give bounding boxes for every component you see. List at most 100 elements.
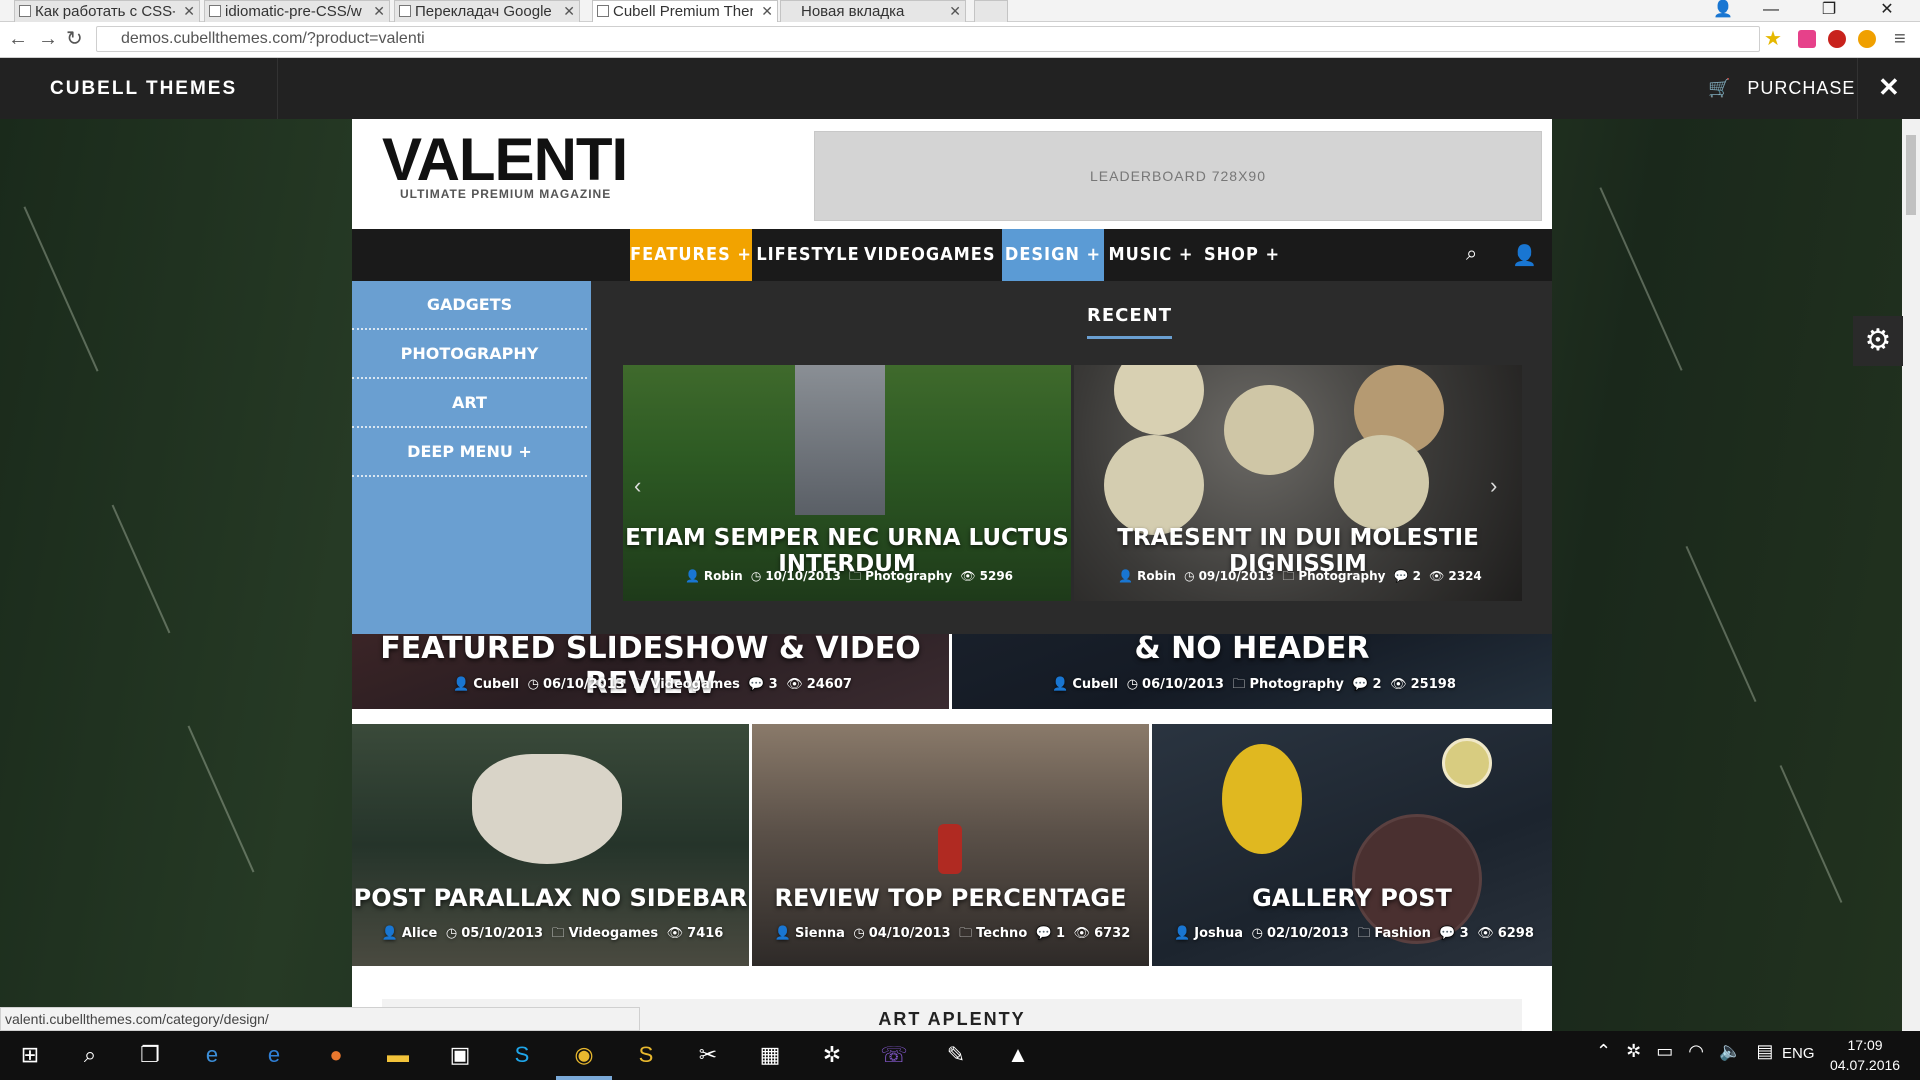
card-category[interactable]: Photography [1298,569,1385,583]
post-category[interactable]: Photography [1249,677,1343,692]
chrome-icon[interactable]: ◉ [568,1039,600,1071]
card-author[interactable]: Robin [704,569,743,583]
windows-start-icon[interactable]: ⊞ [14,1039,46,1071]
new-tab-button[interactable] [974,0,1008,22]
app-tray-icon[interactable]: ✲ [1626,1041,1641,1061]
photos-icon[interactable]: ▲ [1002,1039,1034,1071]
background-streak [187,725,255,873]
adblock-icon[interactable] [1828,30,1846,48]
close-tab-icon[interactable]: ✕ [373,3,385,20]
close-tab-icon[interactable]: ✕ [563,3,575,20]
folder-icon: 🗀 [849,569,862,583]
post-category[interactable]: Videogames [569,926,659,941]
recent-heading: RECENT [1087,305,1173,339]
recent-post-card[interactable]: ETIAM SEMPER NEC URNA LUCTUS INTERDUM 👤 R… [623,365,1071,601]
leaderboard-ad[interactable]: LEADERBOARD 728X90 [814,131,1542,221]
author-icon: 👤 [1174,926,1191,941]
slider-next-icon[interactable]: › [1490,473,1497,499]
slider-prev-icon[interactable]: ‹ [634,473,641,499]
submenu-item-gadgets[interactable]: GADGETS [352,281,587,330]
post-category[interactable]: Fashion [1374,926,1431,941]
card-author[interactable]: Robin [1137,569,1176,583]
wifi-icon[interactable]: ◠ [1688,1041,1704,1061]
app-icon[interactable]: ✲ [816,1039,848,1071]
bookmark-star-icon[interactable]: ★ [1764,28,1782,50]
post-tile[interactable]: POST PARALLAX NO SIDEBAR 👤 Alice ◷ 05/10/2… [352,724,749,966]
nav-item-lifestyle[interactable]: LIFESTYLE + [752,229,864,317]
paint-icon[interactable]: ✎ [940,1039,972,1071]
minimize-icon[interactable]: — [1748,0,1794,22]
restore-icon[interactable]: ❐ [1806,0,1852,22]
close-tab-icon[interactable]: ✕ [183,3,195,20]
post-author[interactable]: Alice [402,926,438,941]
calculator-icon[interactable]: ▦ [754,1039,786,1071]
nav-item-shop[interactable]: SHOP + [1200,229,1284,281]
user-icon[interactable]: 👤 [1512,243,1537,268]
purchase-button[interactable]: 🛒 PURCHASE [1708,78,1855,99]
extension-icon[interactable] [1858,30,1876,48]
submenu-item-art[interactable]: ART [352,379,587,428]
task-view-icon[interactable]: ❐ [134,1039,166,1071]
volume-icon[interactable]: 🔈 [1719,1041,1741,1061]
input-language[interactable]: ENG [1782,1045,1815,1062]
divider [1857,58,1858,119]
store-icon[interactable]: ▣ [444,1039,476,1071]
search-icon[interactable]: ⌕ [1466,243,1477,266]
close-window-icon[interactable]: ✕ [1864,0,1910,22]
post-category[interactable]: Videogames [650,677,740,692]
extension-icon[interactable] [1798,30,1816,48]
close-tab-icon[interactable]: ✕ [949,3,961,20]
post-tile[interactable]: GALLERY POST 👤 Joshua ◷ 02/10/2013 🗀 Fashio… [1152,724,1552,966]
card-category[interactable]: Photography [865,569,952,583]
nav-item-videogames[interactable]: VIDEOGAMES [864,229,995,281]
nav-item-design[interactable]: DESIGN + [1002,229,1104,281]
close-icon[interactable]: ✕ [1878,72,1900,103]
clock[interactable]: 17:09 04.07.2016 [1830,1035,1900,1075]
edge-icon[interactable]: e [258,1039,290,1071]
recent-post-card[interactable]: TRAESENT IN DUI MOLESTIE DIGNISSIM 👤 Robi… [1074,365,1522,601]
skull-image [472,754,622,864]
internet-explorer-icon[interactable]: e [196,1039,228,1071]
browser-tab[interactable]: Как работать с CSS- ✕ [14,0,200,22]
post-category[interactable]: Techno [976,926,1027,941]
browser-tab-active[interactable]: Cubell Premium Ther ✕ [592,0,778,22]
nav-item-features[interactable]: FEATURES + [630,229,752,281]
site-logo[interactable]: VALENTI ULTIMATE PREMIUM MAGAZINE [382,129,628,202]
browser-tab[interactable]: idiomatic-pre-CSS/w ✕ [204,0,390,22]
scrollbar-thumb[interactable] [1906,135,1916,215]
page-scrollbar[interactable] [1902,119,1920,1031]
post-date: 04/10/2013 [868,926,951,941]
reload-icon[interactable]: ↻ [66,28,83,50]
post-meta: 👤 Sienna ◷ 04/10/2013 🗀 Techno 💬 1 👁 6732 [752,924,1149,946]
snipping-tool-icon[interactable]: ✂ [692,1039,724,1071]
submenu-item-photography[interactable]: PHOTOGRAPHY [352,330,587,379]
post-views: 6298 [1497,926,1534,941]
user-icon[interactable]: 👤 [1700,0,1746,22]
forward-icon[interactable]: → [38,28,58,50]
url-input[interactable]: demos.cubellthemes.com/?product=valenti [96,26,1760,52]
settings-gear-icon[interactable]: ⚙ [1853,316,1903,366]
post-author[interactable]: Sienna [795,926,845,941]
post-author[interactable]: Joshua [1194,926,1243,941]
back-icon[interactable]: ← [8,28,28,50]
skype-icon[interactable]: S [506,1039,538,1071]
viber-icon[interactable]: ☏ [878,1039,910,1071]
submenu-item-deep-menu[interactable]: DEEP MENU + [352,428,587,477]
battery-icon[interactable]: ▭ [1656,1041,1673,1061]
post-tile[interactable]: REVIEW TOP PERCENTAGE 👤 Sienna ◷ 04/10/201… [752,724,1149,966]
firefox-icon[interactable]: ● [320,1039,352,1071]
close-tab-icon[interactable]: ✕ [761,3,773,20]
browser-tab[interactable]: Перекладач Google ✕ [394,0,580,22]
menu-icon[interactable]: ≡ [1894,28,1906,50]
browser-tab[interactable]: Новая вкладка ✕ [780,0,966,22]
post-author[interactable]: Cubell [1072,677,1118,692]
file-explorer-icon[interactable]: ▬ [382,1039,414,1071]
chevron-up-icon[interactable]: ⌃ [1596,1041,1611,1061]
sublime-icon[interactable]: S [630,1039,662,1071]
brand-name[interactable]: CUBELL THEMES [50,78,237,100]
post-author[interactable]: Cubell [473,677,519,692]
nav-item-music[interactable]: MUSIC + [1106,229,1196,281]
notifications-icon[interactable]: ▤ [1756,1041,1773,1061]
search-icon[interactable]: ⌕ [74,1039,106,1071]
clock-icon: ◷ [527,677,539,692]
